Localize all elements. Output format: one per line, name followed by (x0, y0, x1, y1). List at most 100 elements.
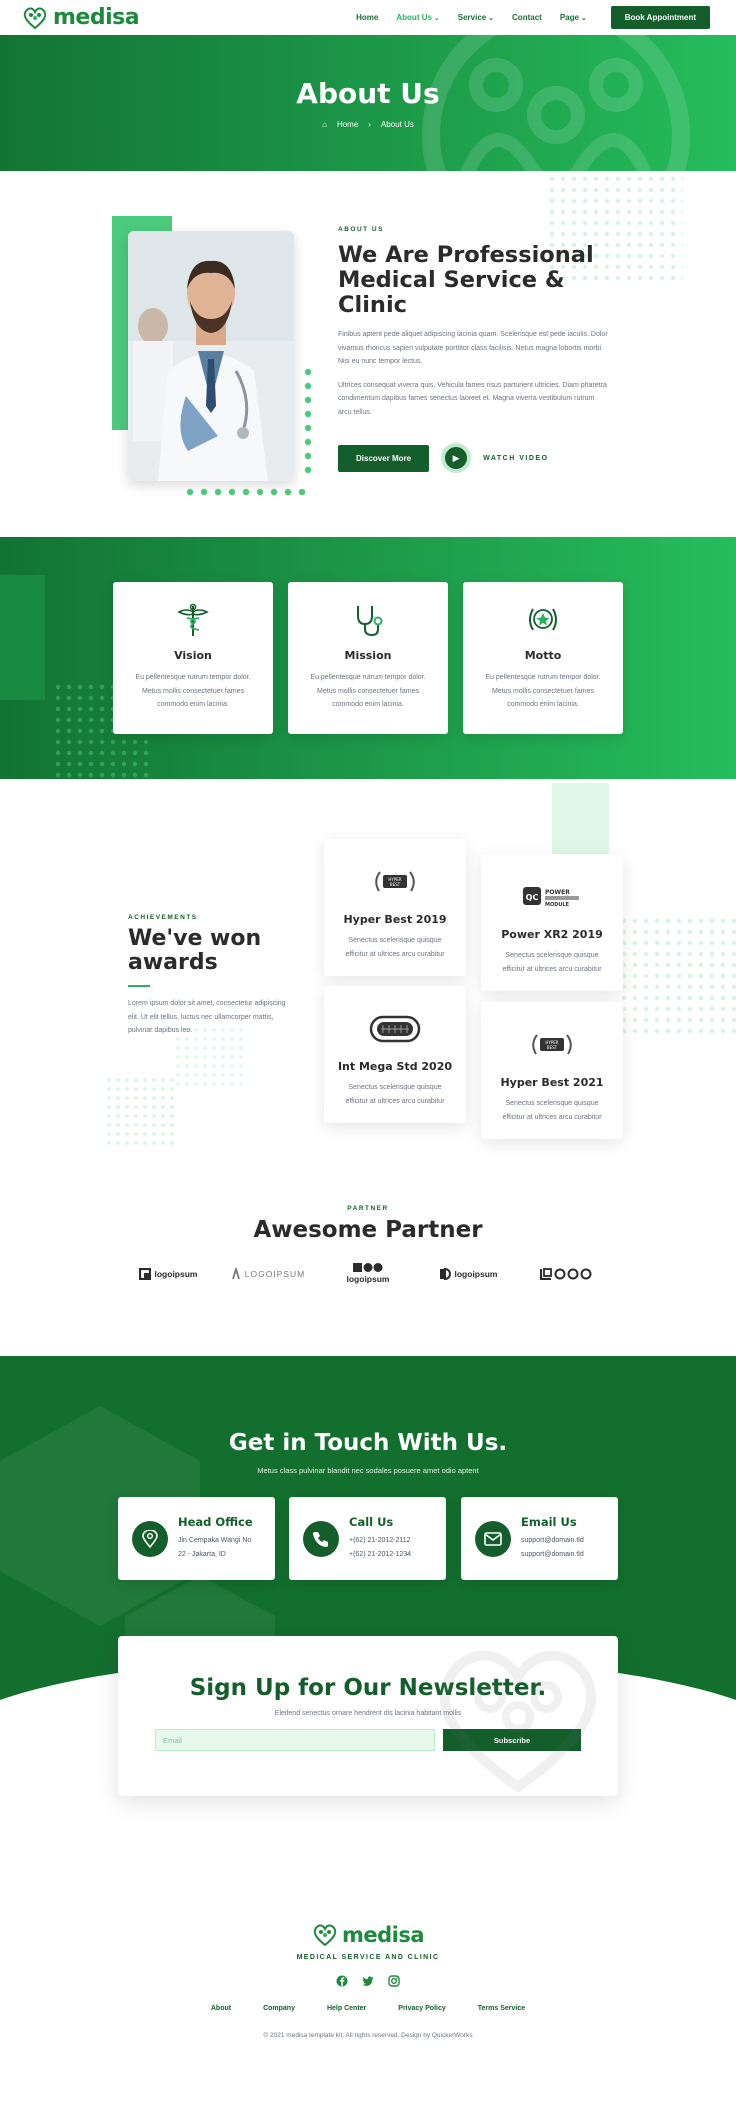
breadcrumb-home[interactable]: Home (337, 120, 358, 129)
partner-logo[interactable] (518, 1263, 618, 1284)
contact-subtitle: Metus class pulvinar blandit nec sodales… (257, 1466, 479, 1475)
contact-card-title: Call Us (349, 1515, 394, 1529)
hero-decor-icon (422, 35, 690, 171)
half-circle-logo-icon (439, 1267, 451, 1280)
about-actions: Discover More ▶ WATCH VIDEO (338, 443, 608, 473)
brand-logo[interactable]: medisa (22, 5, 140, 30)
svg-text:BEST: BEST (390, 882, 401, 887)
vision-card: Vision Eu pellentesque rutrum tempor dol… (113, 582, 273, 734)
motto-text: Eu pellentesque rutrum tempor dolor. Met… (485, 674, 601, 708)
home-icon: ⌂ (322, 120, 327, 129)
watch-video-link[interactable]: WATCH VIDEO (483, 455, 548, 462)
about-paragraph-1: Finibus aptent pede aliquet adipiscing l… (338, 331, 608, 365)
awards-title: We've won awards (128, 926, 262, 975)
footer-links: About Company Help Center Privacy Policy… (0, 2005, 736, 2012)
partner-logo[interactable]: LOGOIPSUM (218, 1263, 318, 1284)
partner-section: PARTNER Awesome Partner logoipsum LOGOIP… (0, 1149, 736, 1356)
nav-link-home[interactable]: Home (356, 13, 378, 22)
award-title: Hyper Best 2021 (500, 1076, 604, 1089)
dot-row-decor (186, 488, 306, 496)
svg-text:QC: QC (526, 893, 539, 902)
nav-link-contact[interactable]: Contact (512, 13, 542, 22)
contact-card-title: Head Office (178, 1515, 253, 1529)
square-logo-icon (138, 1267, 151, 1280)
partner-logo[interactable]: logoipsum (418, 1263, 518, 1284)
book-appointment-button[interactable]: Book Appointment (610, 6, 710, 29)
partner-title: Awesome Partner (253, 1217, 483, 1243)
contact-card-title: Email Us (521, 1515, 577, 1529)
hyper-best-badge-icon: HYPER BEST (375, 871, 415, 892)
footer-link-privacy[interactable]: Privacy Policy (398, 2005, 445, 2012)
hyper-best-badge-icon: HYPER BEST (532, 1034, 572, 1055)
play-video-button[interactable]: ▶ (441, 443, 472, 473)
top-navbar: medisa Home About Us Service Contact Pag… (0, 0, 736, 35)
dot-column-decor (304, 368, 312, 474)
contact-card-line[interactable]: +(62) 21-2012-2112 (349, 1537, 411, 1544)
award-card: Int Mega Std 2020 Senectus scelerisque q… (324, 986, 466, 1123)
brand-name: medisa (53, 5, 140, 30)
footer-link-terms[interactable]: Terms Service (478, 2005, 525, 2012)
contact-card-line: Jln Cempaka Wangi No (178, 1537, 252, 1544)
doctor-photo (128, 231, 294, 481)
caduceus-icon (177, 603, 209, 636)
copyright: © 2021 medisa template kit. All rights r… (263, 2032, 473, 2039)
location-pin-icon (142, 1529, 158, 1548)
motto-card: Motto Eu pellentesque rutrum tempor dolo… (463, 582, 623, 734)
about-title: We Are Professional Medical Service & Cl… (338, 242, 594, 318)
mission-title: Mission (344, 649, 392, 662)
discover-more-button[interactable]: Discover More (338, 444, 430, 472)
side-accent-block (0, 575, 45, 700)
award-text: Senectus scelerisque quisque efficitur a… (502, 952, 602, 973)
footer-link-company[interactable]: Company (263, 2005, 295, 2012)
circles-logo-icon (353, 1263, 383, 1272)
contact-card-line: 22 - Jakarta, ID (178, 1551, 226, 1558)
award-card: QC POWER MODULE Power XR2 2019 Senectus … (481, 854, 623, 991)
contact-card-call: Call Us +(62) 21-2012-2112 +(62) 21-2012-… (289, 1497, 446, 1580)
award-text: Senectus scelerisque quisque efficitur a… (345, 1084, 445, 1105)
footer-link-about[interactable]: About (211, 2005, 231, 2012)
nav-link-service[interactable]: Service (458, 13, 494, 22)
footer-link-help-center[interactable]: Help Center (327, 2005, 366, 2012)
award-card: HYPER BEST Hyper Best 2019 Senectus scel… (324, 839, 466, 976)
footer-brand[interactable]: medisa (0, 1781, 736, 1947)
award-title: Int Mega Std 2020 (337, 1060, 453, 1073)
vision-text: Eu pellentesque rutrum tempor dolor. Met… (135, 674, 251, 708)
newsletter-card: Sign Up for Our Newsletter. Eleifend sen… (118, 1636, 618, 1796)
svg-text:POWER: POWER (545, 889, 570, 896)
mission-card: Mission Eu pellentesque rutrum tempor do… (288, 582, 448, 734)
footer-tagline: MEDICAL SERVICE AND CLINIC (296, 1954, 440, 1961)
award-text: Senectus scelerisque quisque efficitur a… (345, 937, 445, 958)
instagram-icon[interactable] (388, 1975, 400, 1987)
facebook-icon[interactable] (336, 1975, 348, 1987)
award-text: Senectus scelerisque quisque efficitur a… (502, 1100, 602, 1121)
mega-std-badge-icon (369, 1015, 421, 1043)
about-paragraph-2: Ultrices consequat viverra quis. Vehicul… (338, 381, 607, 416)
partner-logos: logoipsum LOGOIPSUM logoipsum logoipsum (0, 1263, 736, 1284)
logo-wordmark-icon (540, 1267, 592, 1280)
awards-text: Lorem ipsum dolor sit amet, consectetur … (128, 1000, 286, 1034)
partner-logo[interactable]: logoipsum (318, 1263, 418, 1284)
contact-card-office: Head Office Jln Cempaka Wangi No 22 - Jak… (118, 1497, 275, 1580)
svg-text:MODULE: MODULE (545, 902, 570, 908)
chevron-right-icon: › (368, 120, 371, 129)
play-icon: ▶ (452, 452, 460, 463)
stethoscope-icon (357, 606, 383, 637)
contact-card-line[interactable]: support@domain.tld (521, 1551, 584, 1558)
nav-menu: Home About Us Service Contact Page (356, 13, 587, 22)
partner-logo[interactable]: logoipsum (118, 1263, 218, 1284)
nav-link-about[interactable]: About Us (396, 13, 439, 22)
twitter-icon[interactable] (362, 1975, 374, 1987)
footer-brand-name: medisa (341, 1923, 425, 1947)
svg-text:BEST: BEST (547, 1045, 558, 1050)
contact-card-line[interactable]: +(62) 21-2012-1234 (349, 1551, 411, 1558)
nav-link-page[interactable]: Page (560, 13, 587, 22)
footer: medisa MEDICAL SERVICE AND CLINIC About … (0, 1781, 736, 2121)
title-underline (128, 985, 150, 987)
award-card: HYPER BEST Hyper Best 2021 Senectus scel… (481, 1002, 623, 1139)
values-section: Vision Eu pellentesque rutrum tempor dol… (0, 537, 736, 779)
contact-card-line[interactable]: support@domain.tld (521, 1537, 584, 1544)
partner-kicker: PARTNER (347, 1205, 389, 1212)
email-input[interactable]: Email (155, 1729, 435, 1751)
motto-title: Motto (524, 649, 562, 662)
social-links (0, 1975, 736, 1987)
